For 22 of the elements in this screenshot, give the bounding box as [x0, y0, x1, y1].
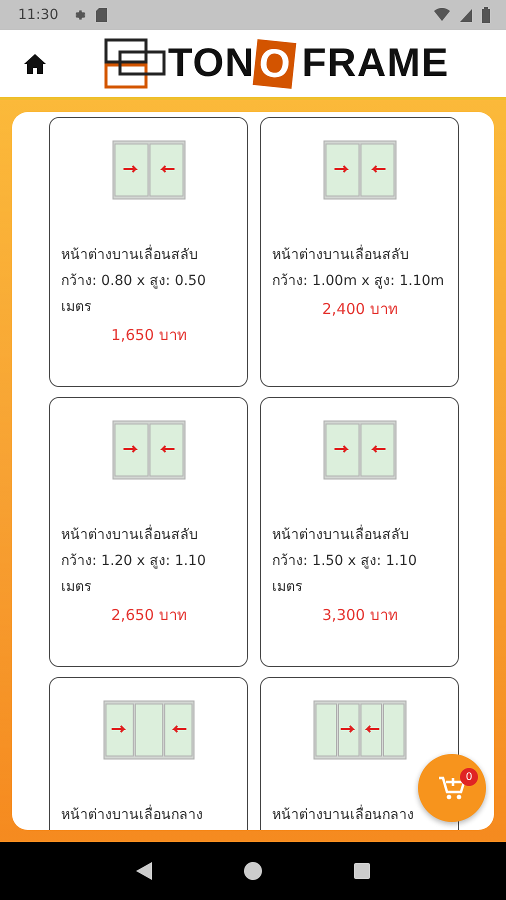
- product-card[interactable]: หน้าต่างบานเลื่อนสลับ กว้าง: 1.20 x สูง: 1.10 เมตร 2,650 บาท: [49, 397, 248, 668]
- product-card[interactable]: หน้าต่างบานเลื่อนสลับ กว้าง: 1.50 x สูง: 1.10 เมตร 3,300 บาท: [260, 397, 459, 668]
- product-title: หน้าต่างบานเลื่อนสลับ: [61, 522, 237, 548]
- status-time: 11:30: [18, 6, 58, 23]
- product-title: หน้าต่างบานเลื่อนสลับ: [272, 522, 448, 548]
- product-title: หน้าต่างบานเลื่อนสลับ: [61, 242, 237, 268]
- logo-text: FRAME: [302, 41, 450, 86]
- cart-count-badge: 0: [460, 768, 478, 786]
- logo-highlight: O: [252, 38, 296, 89]
- product-size: กว้าง: 1.00m x สูง: 1.10m: [272, 272, 446, 292]
- product-title: หน้าต่างบานเลื่อนกลาง: [61, 802, 237, 828]
- product-card[interactable]: หน้าต่างบานเลื่อนสลับ กว้าง: 0.80 x สูง: 0.50 เมตร 1,650 บาท: [49, 117, 248, 388]
- product-price: 2,650 บาท: [110, 605, 188, 626]
- product-price: 1,650 บาท: [110, 325, 188, 346]
- product-price: 2,400 บาท: [321, 299, 399, 320]
- product-price: 3,300 บาท: [321, 605, 399, 626]
- logo-text: TON: [168, 41, 255, 86]
- product-title: หน้าต่างบานเลื่อนสลับ: [272, 242, 448, 268]
- product-card[interactable]: หน้าต่างบานเลื่อนสลับ กว้าง: 1.00m x สูง: 1.10m 2,400 บาท: [260, 117, 459, 388]
- product-size: กว้าง: 1.50 x สูง: 1.10 เมตร: [272, 552, 418, 598]
- product-size: กว้าง: 1.20 x สูง: 1.10 เมตร: [61, 552, 207, 598]
- product-size: กว้าง: 0.80 x สูง: 0.50 เมตร: [61, 272, 207, 318]
